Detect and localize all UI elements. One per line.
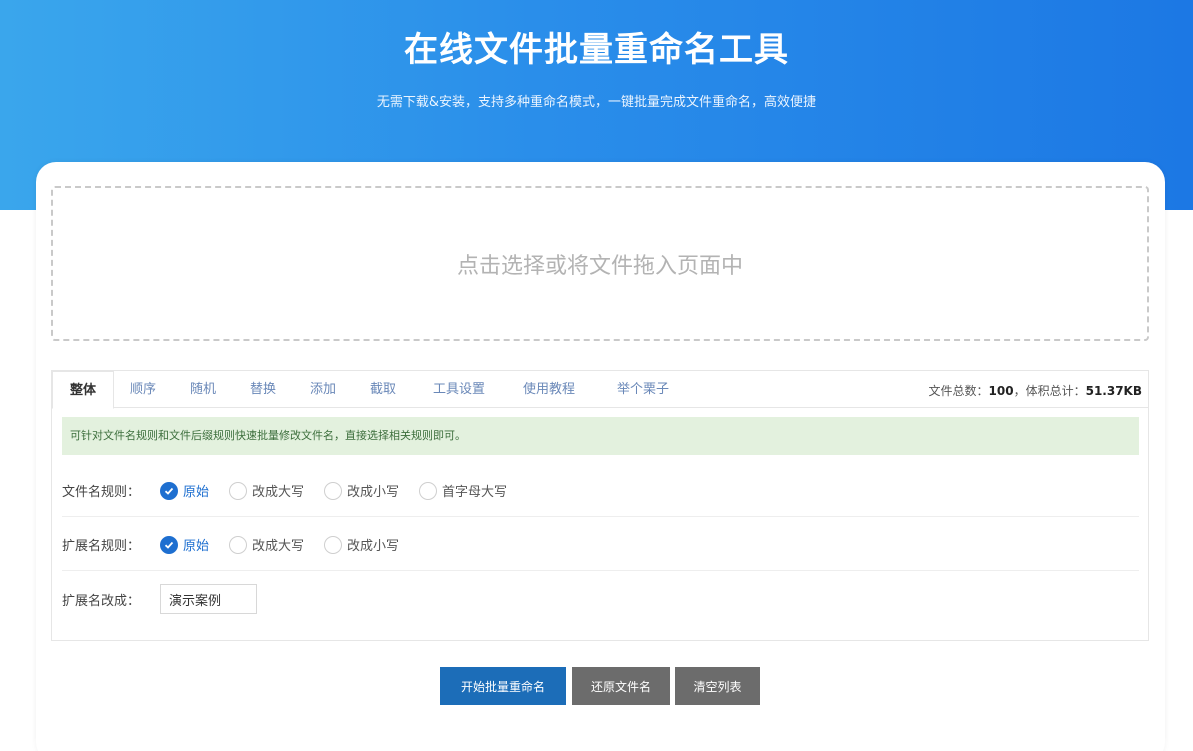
tab-add[interactable]: 添加 [294,371,352,408]
filename-rule-original[interactable]: 原始 [160,481,209,500]
tab-example[interactable]: 举个栗子 [600,371,686,408]
ext-rule-row: 扩展名规则： 原始 改成大写 改成小写 [62,519,1139,571]
filename-rule-label: 文件名规则： [62,485,141,500]
tab-sequence[interactable]: 顺序 [114,371,172,408]
tab-bar: 整体 顺序 随机 替换 添加 截取 工具设置 使用教程 举个栗子 文件总数：10… [52,371,1148,409]
settings-panel: 整体 顺序 随机 替换 添加 截取 工具设置 使用教程 举个栗子 文件总数：10… [51,370,1149,641]
start-rename-button[interactable]: 开始批量重命名 [440,667,566,705]
page-subtitle: 无需下载&安装，支持多种重命名模式，一键批量完成文件重命名，高效便捷 [376,95,817,110]
radio-label: 改成小写 [347,485,400,500]
filename-rule-row: 文件名规则： 原始 改成大写 改成小写 首字母大写 [62,465,1139,517]
stats-size-value: 51.37KB [1085,384,1142,398]
tab-overall[interactable]: 整体 [52,371,114,409]
ext-rule-uppercase[interactable]: 改成大写 [229,535,304,554]
radio-check-icon [160,481,178,500]
file-stats: 文件总数：100，体积总计：51.37KB [928,371,1142,408]
ext-change-input[interactable] [160,584,257,614]
stats-separator: ， [1013,384,1026,398]
radio-label: 首字母大写 [442,485,508,500]
radio-check-icon [160,535,178,554]
radio-circle-icon [324,481,343,500]
dropzone-text: 点击选择或将文件拖入页面中 [456,253,743,279]
ext-rule-original[interactable]: 原始 [160,535,209,554]
radio-circle-icon [324,535,343,554]
ext-change-row: 扩展名改成： [62,573,1139,625]
radio-label: 改成小写 [347,539,400,554]
tab-tool-settings[interactable]: 工具设置 [416,371,502,408]
radio-label: 改成大写 [252,485,305,500]
stats-size-label: 体积总计： [1025,384,1086,398]
filename-rule-capitalize[interactable]: 首字母大写 [419,481,507,500]
radio-label: 改成大写 [252,539,305,554]
clear-list-button[interactable]: 清空列表 [675,667,760,705]
filename-rule-uppercase[interactable]: 改成大写 [229,481,304,500]
tab-replace[interactable]: 替换 [234,371,292,408]
ext-change-label: 扩展名改成： [62,593,141,609]
radio-circle-icon [229,481,248,500]
filename-rule-lowercase[interactable]: 改成小写 [324,481,399,500]
radio-circle-icon [419,481,438,500]
restore-filenames-button[interactable]: 还原文件名 [572,667,670,705]
tab-tutorial[interactable]: 使用教程 [506,371,592,408]
radio-circle-icon [229,535,248,554]
radio-label: 原始 [183,485,210,500]
page-title: 在线文件批量重命名工具 [404,30,789,70]
info-notice: 可针对文件名规则和文件后缀规则快速批量修改文件名，直接选择相关规则即可。 [62,417,1139,455]
tab-extract[interactable]: 截取 [354,371,412,408]
stats-total-value: 100 [988,384,1014,398]
ext-rule-label: 扩展名规则： [62,539,141,554]
stats-total-label: 文件总数： [928,384,989,398]
ext-rule-lowercase[interactable]: 改成小写 [324,535,399,554]
tab-random[interactable]: 随机 [174,371,232,408]
radio-label: 原始 [183,539,210,554]
file-dropzone[interactable]: 点击选择或将文件拖入页面中 [51,186,1149,341]
